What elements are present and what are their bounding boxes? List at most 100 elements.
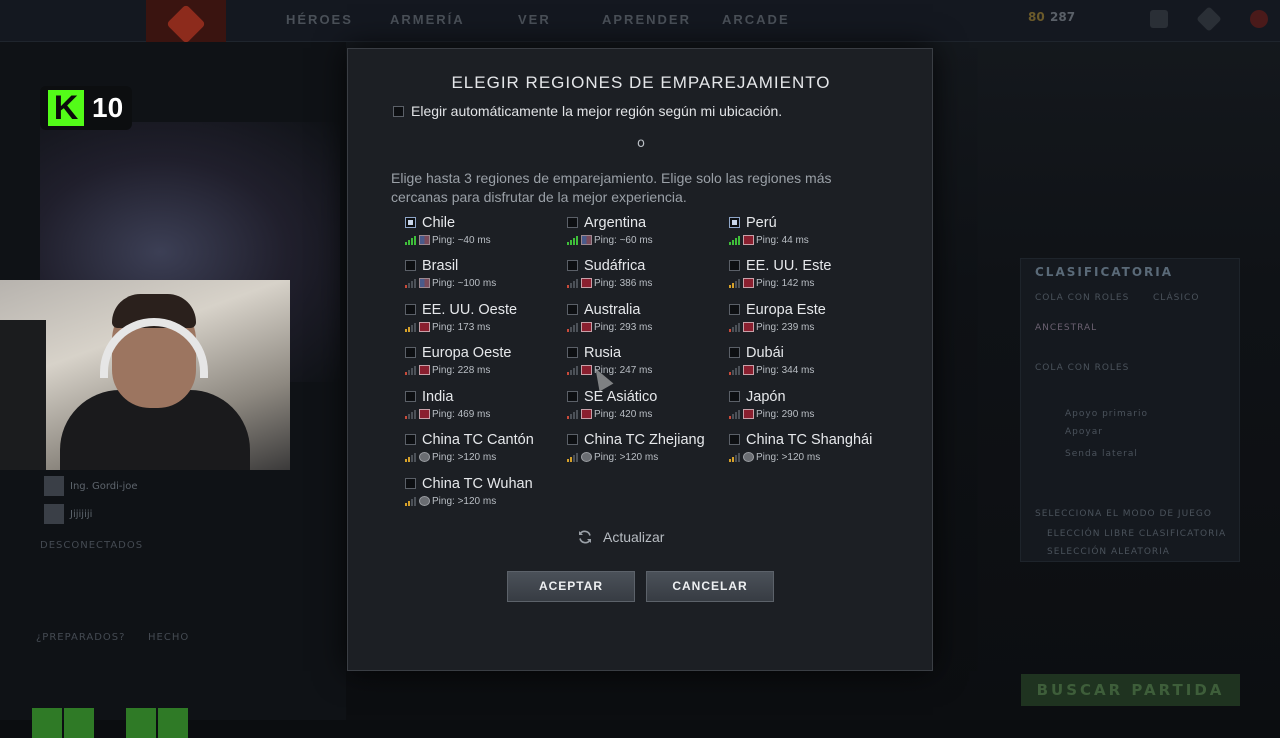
region-checkbox[interactable]: [729, 303, 740, 315]
cancel-button[interactable]: CANCELAR: [646, 571, 774, 602]
mode-random-draft[interactable]: SELECCIÓN ALEATORIA: [1047, 547, 1170, 557]
region-name-row: Europa Oeste: [405, 345, 565, 361]
region-checkbox[interactable]: [405, 259, 416, 271]
region-ping-row: Ping: 44 ms: [729, 235, 889, 247]
region-name: China TC Cantón: [422, 432, 534, 448]
region-option[interactable]: Japón Ping: 290 ms: [729, 389, 889, 429]
nav-arcade[interactable]: ARCADE: [722, 12, 790, 27]
region-checkbox[interactable]: [405, 346, 416, 358]
region-option[interactable]: EE. UU. Este Ping: 142 ms: [729, 258, 889, 298]
nav-learn[interactable]: APRENDER: [602, 12, 691, 27]
region-option[interactable]: Argentina Ping: ~60 ms: [567, 215, 727, 255]
dota-logo[interactable]: [146, 0, 226, 48]
region-option[interactable]: Rusia Ping: 247 ms: [567, 345, 727, 385]
region-ping-row: Ping: ~100 ms: [405, 278, 565, 290]
party-slot[interactable]: [126, 708, 156, 738]
region-checkbox[interactable]: [567, 259, 578, 271]
auto-select-label: Elegir automáticamente la mejor región s…: [411, 103, 783, 119]
refresh-label: Actualizar: [603, 529, 665, 545]
server-flag-icon: [743, 278, 754, 289]
settings-icon[interactable]: [1196, 6, 1222, 32]
auto-select-option[interactable]: Elegir automáticamente la mejor región s…: [393, 103, 782, 119]
mode-ranked-all-pick[interactable]: ELECCIÓN LIBRE CLASIFICATORIA: [1047, 529, 1226, 539]
region-checkbox[interactable]: [729, 216, 740, 228]
friend-item[interactable]: Ing. Gordi-joe: [44, 476, 138, 496]
region-option[interactable]: Sudáfrica Ping: 386 ms: [567, 258, 727, 298]
nav-watch[interactable]: VER: [518, 12, 551, 27]
region-ping: Ping: >120 ms: [432, 496, 497, 507]
kick-badge-number: 10: [92, 92, 124, 123]
inventory-icon[interactable]: [1150, 10, 1168, 28]
region-option[interactable]: China TC Wuhan Ping: >120 ms: [405, 476, 565, 516]
region-option[interactable]: EE. UU. Oeste Ping: 173 ms: [405, 302, 565, 342]
region-name: China TC Wuhan: [422, 476, 533, 492]
region-option[interactable]: Europa Este Ping: 239 ms: [729, 302, 889, 342]
role-offlane[interactable]: Senda lateral: [1065, 449, 1138, 459]
region-option[interactable]: Brasil Ping: ~100 ms: [405, 258, 565, 298]
region-checkbox[interactable]: [729, 390, 740, 402]
region-ping-row: Ping: 239 ms: [729, 322, 889, 334]
server-flag-icon: [419, 322, 430, 333]
region-ping-row: Ping: 228 ms: [405, 365, 565, 377]
region-checkbox[interactable]: [567, 390, 578, 402]
refresh-button[interactable]: Actualizar: [577, 529, 664, 545]
region-ping: Ping: >120 ms: [432, 452, 497, 463]
region-option[interactable]: Perú Ping: 44 ms: [729, 215, 889, 255]
server-flag-icon: [581, 322, 592, 333]
region-name: EE. UU. Este: [746, 258, 832, 274]
find-match-button[interactable]: BUSCAR PARTIDA: [1021, 674, 1240, 706]
server-flag-icon: [743, 365, 754, 376]
nav-heroes[interactable]: HÉROES: [286, 12, 353, 27]
region-name: Brasil: [422, 258, 459, 274]
region-name-row: Rusia: [567, 345, 727, 361]
region-checkbox[interactable]: [567, 303, 578, 315]
party-slot[interactable]: [64, 708, 94, 738]
region-checkbox[interactable]: [567, 346, 578, 358]
region-checkbox[interactable]: [405, 433, 416, 445]
region-checkbox[interactable]: [729, 259, 740, 271]
role-primary-support[interactable]: Apoyo primario: [1065, 409, 1148, 419]
region-checkbox[interactable]: [405, 216, 416, 228]
party-slot[interactable]: [158, 708, 188, 738]
nav-armory[interactable]: ARMERÍA: [390, 12, 465, 27]
region-option[interactable]: China TC Zhejiang Ping: >120 ms: [567, 432, 727, 472]
region-option[interactable]: Chile Ping: ~40 ms: [405, 215, 565, 255]
party-slot[interactable]: [32, 708, 62, 738]
region-ping-row: Ping: 420 ms: [567, 409, 727, 421]
region-option[interactable]: China TC Shanghái Ping: >120 ms: [729, 432, 889, 472]
role-support[interactable]: Apoyar: [1065, 427, 1103, 437]
region-checkbox[interactable]: [405, 390, 416, 402]
region-option[interactable]: China TC Cantón Ping: >120 ms: [405, 432, 565, 472]
region-option[interactable]: Australia Ping: 293 ms: [567, 302, 727, 342]
dota-logo-icon: [166, 4, 206, 44]
region-name-row: Perú: [729, 215, 889, 231]
region-name: Australia: [584, 302, 641, 318]
queue-label: COLA CON ROLES: [1035, 363, 1130, 373]
region-checkbox[interactable]: [405, 303, 416, 315]
signal-strength-icon: [729, 278, 741, 288]
region-ping-row: Ping: ~60 ms: [567, 235, 727, 247]
region-ping: Ping: 293 ms: [594, 322, 653, 333]
region-checkbox[interactable]: [405, 477, 416, 489]
accept-button[interactable]: ACEPTAR: [507, 571, 635, 602]
auto-select-checkbox[interactable]: [393, 105, 404, 117]
power-icon[interactable]: [1250, 10, 1268, 28]
server-flag-icon: [581, 409, 592, 420]
region-checkbox[interactable]: [567, 216, 578, 228]
region-option[interactable]: Dubái Ping: 344 ms: [729, 345, 889, 385]
signal-strength-icon: [567, 409, 579, 419]
tab-classic[interactable]: CLÁSICO: [1153, 293, 1199, 303]
region-checkbox[interactable]: [567, 433, 578, 445]
tab-role-queue[interactable]: COLA CON ROLES: [1035, 293, 1129, 303]
region-name-row: India: [405, 389, 565, 405]
region-option[interactable]: Europa Oeste Ping: 228 ms: [405, 345, 565, 385]
kick-logo-icon: K: [48, 90, 84, 126]
region-option[interactable]: SE Asiático Ping: 420 ms: [567, 389, 727, 429]
region-checkbox[interactable]: [729, 433, 740, 445]
region-name-row: EE. UU. Oeste: [405, 302, 565, 318]
region-checkbox[interactable]: [729, 346, 740, 358]
region-option[interactable]: India Ping: 469 ms: [405, 389, 565, 429]
friend-item[interactable]: Jijijiji: [44, 504, 92, 524]
signal-strength-icon: [729, 235, 741, 245]
region-name: Chile: [422, 215, 456, 231]
